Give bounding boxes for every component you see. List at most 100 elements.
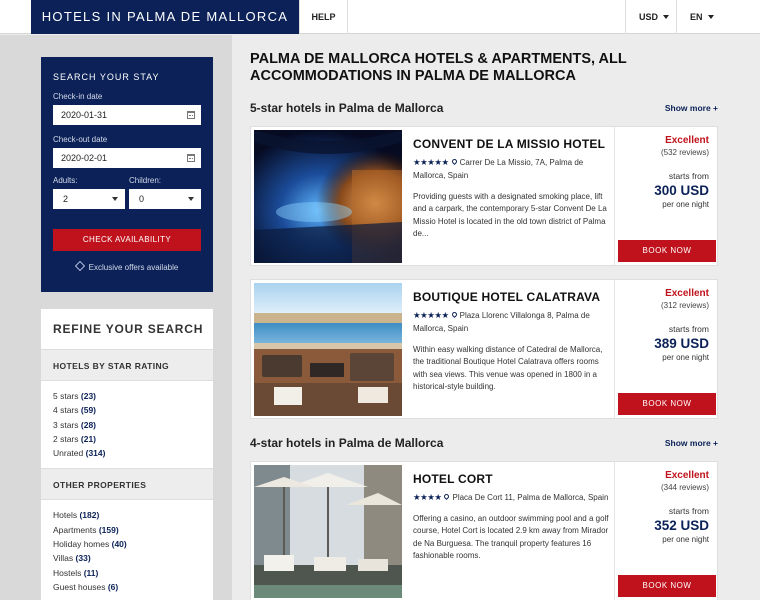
- adults-select[interactable]: 2: [53, 189, 125, 209]
- section-4-star-title: 4-star hotels in Palma de Mallorca: [250, 436, 444, 450]
- map-pin-icon: [450, 310, 458, 319]
- filter-holiday-homes[interactable]: Holiday homes (40): [53, 537, 201, 551]
- help-link[interactable]: HELP: [299, 0, 348, 34]
- chevron-down-icon: [112, 197, 118, 201]
- exclusive-offers-note: Exclusive offers available: [53, 260, 201, 272]
- filter-label: Hotels: [53, 510, 78, 521]
- address-text: Placa De Cort 11, Palma de Mallorca, Spa…: [452, 493, 609, 502]
- currency-dropdown[interactable]: USD: [625, 0, 677, 34]
- rating-label: Excellent: [665, 288, 709, 299]
- checkout-date-value: 2020-02-01: [61, 153, 108, 163]
- search-form-title: SEARCH YOUR STAY: [53, 72, 160, 82]
- filter-label: 5 stars: [53, 391, 79, 401]
- filter-label: Apartments: [53, 524, 97, 535]
- filter-count: (33): [75, 553, 91, 564]
- filter-label: 4 stars: [53, 405, 79, 416]
- filter-villas[interactable]: Villas (33): [53, 551, 201, 565]
- hotel-price-panel: Excellent (312 reviews) starts from 389 …: [614, 280, 718, 418]
- map-pin-icon: [443, 492, 451, 501]
- review-count: (312 reviews): [660, 301, 709, 310]
- chevron-down-icon: [188, 197, 194, 201]
- check-availability-button[interactable]: CHECK AVAILABILITY: [53, 229, 201, 251]
- filter-label: Hostels: [53, 567, 82, 578]
- star-rating-icon: ★★★★★: [413, 157, 449, 167]
- hotel-info: BOUTIQUE HOTEL CALATRAVA ★★★★★ Plaza Llor…: [413, 290, 613, 393]
- filter-label: 2 stars: [53, 433, 79, 444]
- filter-hotels[interactable]: Hotels (182): [53, 508, 201, 522]
- filter-label: 3 stars: [53, 419, 79, 430]
- filter-count: (6): [107, 581, 119, 592]
- filter-label: Guest houses: [53, 581, 106, 592]
- currency-label: USD: [639, 12, 659, 22]
- star-rating-icon: ★★★★: [413, 492, 442, 502]
- checkout-date-input[interactable]: 2020-02-01: [53, 148, 201, 168]
- filter-2-stars[interactable]: 2 stars (21): [53, 432, 201, 446]
- filter-hostels[interactable]: Hostels (11): [53, 566, 201, 580]
- hotel-card: BOUTIQUE HOTEL CALATRAVA ★★★★★ Plaza Llor…: [250, 279, 718, 419]
- map-pin-icon: [450, 157, 458, 166]
- language-dropdown[interactable]: EN: [677, 0, 760, 34]
- language-label: EN: [690, 12, 703, 22]
- children-label: Children:: [129, 176, 162, 185]
- main-content: PALMA DE MALLORCA HOTELS & APARTMENTS, A…: [232, 35, 760, 600]
- top-navbar: HOTELS IN PALMA DE MALLORCA HELP USD EN: [0, 0, 760, 34]
- other-properties-list: Hotels (182) Apartments (159) Holiday ho…: [41, 500, 213, 600]
- hotel-name[interactable]: HOTEL CORT: [413, 472, 613, 486]
- checkin-date-input[interactable]: 2020-01-31: [53, 105, 201, 125]
- starts-from-label: starts from: [668, 506, 709, 516]
- filter-count: (21): [80, 433, 97, 444]
- filter-4-stars[interactable]: 4 stars (59): [53, 403, 201, 417]
- hotel-description: Within easy walking distance of Catedral…: [413, 345, 603, 391]
- filter-count: (159): [98, 524, 119, 535]
- hotel-photo[interactable]: [254, 465, 402, 598]
- filter-5-stars[interactable]: 5 stars (23): [53, 389, 201, 403]
- other-properties-heading: OTHER PROPERTIES: [41, 468, 213, 501]
- children-value: 0: [139, 194, 145, 204]
- filter-count: (40): [111, 539, 127, 550]
- hotel-description: Offering a casino, an outdoor swimming p…: [413, 514, 609, 560]
- filter-guest-houses[interactable]: Guest houses (6): [53, 580, 201, 594]
- hotel-info: CONVENT DE LA MISSIO HOTEL ★★★★★ Carrer D…: [413, 137, 613, 240]
- hotel-address: ★★★★★ Carrer De La Missio, 7A, Palma de M…: [413, 156, 613, 182]
- rating-label: Excellent: [665, 470, 709, 481]
- book-now-button[interactable]: BOOK NOW: [618, 393, 716, 415]
- show-more-5-star-link[interactable]: Show more +: [665, 103, 718, 113]
- refine-title: REFINE YOUR SEARCH: [53, 322, 204, 336]
- filter-count: (23): [80, 391, 97, 401]
- book-now-button[interactable]: BOOK NOW: [618, 240, 716, 262]
- filter-apartments[interactable]: Apartments (159): [53, 523, 201, 537]
- hotel-name[interactable]: BOUTIQUE HOTEL CALATRAVA: [413, 290, 613, 304]
- hotel-photo[interactable]: [254, 283, 402, 416]
- hotel-card: CONVENT DE LA MISSIO HOTEL ★★★★★ Carrer D…: [250, 126, 718, 266]
- star-rating-icon: ★★★★★: [413, 310, 449, 320]
- filter-count: (28): [80, 419, 97, 430]
- star-rating-list: 5 stars (23) 4 stars (59) 3 stars (28) 2…: [41, 381, 213, 468]
- starts-from-label: starts from: [668, 324, 709, 334]
- book-now-button[interactable]: BOOK NOW: [618, 575, 716, 597]
- price-value: 300 USD: [654, 183, 709, 198]
- filter-3-stars[interactable]: 3 stars (28): [53, 418, 201, 432]
- hotel-price-panel: Excellent (532 reviews) starts from 300 …: [614, 127, 718, 265]
- filter-unrated[interactable]: Unrated (314): [53, 446, 201, 460]
- hotel-description: Providing guests with a designated smoki…: [413, 192, 607, 238]
- checkout-label: Check-out date: [53, 135, 108, 144]
- exclusive-offers-text: Exclusive offers available: [88, 263, 179, 272]
- site-logo[interactable]: HOTELS IN PALMA DE MALLORCA: [31, 0, 299, 34]
- filter-count: (59): [80, 405, 97, 416]
- hotel-name[interactable]: CONVENT DE LA MISSIO HOTEL: [413, 137, 613, 151]
- filter-count: (182): [79, 510, 100, 521]
- hotel-photo[interactable]: [254, 130, 402, 263]
- review-count: (532 reviews): [660, 148, 709, 157]
- calendar-icon[interactable]: [187, 154, 195, 162]
- hotel-price-panel: Excellent (344 reviews) starts from 352 …: [614, 462, 718, 600]
- hotel-info: HOTEL CORT ★★★★ Placa De Cort 11, Palma d…: [413, 472, 613, 562]
- children-field: Children: 0: [129, 176, 201, 209]
- guests-row: Adults: 2 Children: 0: [53, 176, 201, 209]
- price-value: 352 USD: [654, 518, 709, 533]
- show-more-4-star-link[interactable]: Show more +: [665, 438, 718, 448]
- children-select[interactable]: 0: [129, 189, 201, 209]
- chevron-down-icon: [707, 15, 714, 19]
- checkin-label: Check-in date: [53, 92, 103, 101]
- calendar-icon[interactable]: [187, 111, 195, 119]
- hotel-address: ★★★★ Placa De Cort 11, Palma de Mallorca,…: [413, 491, 613, 504]
